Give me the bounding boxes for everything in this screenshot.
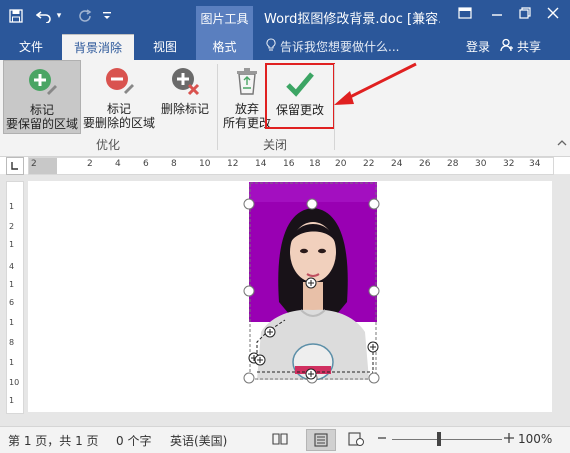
minimize-icon[interactable] [486, 6, 508, 26]
tab-file[interactable]: 文件 [6, 34, 56, 60]
save-icon[interactable] [6, 5, 26, 27]
tell-me-text: 告诉我您想要做什么... [280, 40, 400, 54]
ruler-tick-label: 16 [283, 159, 295, 169]
share-button[interactable]: 共享 [500, 34, 570, 60]
title-bar: ▾ 图片工具 Word抠图修改背景.doc [兼容... [0, 0, 570, 34]
ruler-tick-label: 2 [87, 159, 93, 169]
ruler-tick-label: 22 [363, 159, 375, 169]
ribbon: 标记 要保留的区域 标记 要删除的区域 删除标记 放弃 所有更改 保留更改 优化… [0, 60, 570, 157]
tab-selector[interactable] [6, 157, 24, 175]
ruler-tick-label: 26 [419, 159, 431, 169]
read-mode-icon[interactable] [272, 432, 288, 449]
plus-pencil-icon [29, 69, 57, 95]
save-line1: 保留更改 [275, 103, 324, 117]
ruler-tick-label: 24 [391, 159, 403, 169]
horizontal-ruler[interactable]: 2 2 4 6 8 10 12 14 16 18 20 22 24 26 28 30 32 34 [28, 157, 554, 175]
delete-mark-button[interactable]: 删除标记 [158, 60, 212, 132]
zoom-slider-thumb[interactable] [437, 432, 441, 446]
ribbon-tabs: 文件 背景消除 视图 格式 告诉我您想要做什么... 登录 共享 [0, 34, 570, 60]
keep-line1: 标记 [29, 103, 54, 117]
tab-background-removal[interactable]: 背景消除 [62, 34, 134, 60]
undo-dropdown-icon[interactable]: ▾ [54, 5, 64, 27]
collapse-ribbon-icon[interactable] [557, 139, 569, 151]
lightbulb-icon [266, 35, 276, 61]
ruler-tick-label: 20 [335, 159, 347, 169]
ruler-tick-label: 34 [529, 159, 541, 169]
redo-icon [76, 5, 96, 27]
resize-handle [368, 198, 380, 210]
customize-qat-icon[interactable] [100, 5, 114, 27]
selection-handles [243, 198, 380, 384]
ruler-tick-label: 14 [255, 159, 267, 169]
login-link[interactable]: 登录 [466, 34, 490, 60]
checkmark-icon [286, 72, 314, 97]
person-icon [500, 35, 514, 61]
tab-view[interactable]: 视图 [140, 34, 190, 60]
resize-handle [243, 372, 255, 384]
status-bar: 第 1 页，共 1 页 0 个字 英语(美国) 100% [0, 426, 570, 453]
ruler-tick-label: 8 [9, 338, 15, 347]
group-separator [217, 64, 218, 150]
group-label-close: 关闭 [262, 138, 287, 152]
ruler-tick-label: 28 [447, 159, 459, 169]
zoom-level[interactable]: 100% [518, 432, 552, 446]
mark-areas-to-keep-button[interactable]: 标记 要保留的区域 [3, 60, 81, 134]
document-title: Word抠图修改背景.doc [兼容... [264, 12, 440, 27]
ruler-tick-label: 18 [309, 159, 321, 169]
ruler-tick-label: 6 [143, 159, 149, 169]
keep-line2: 要保留的区域 [5, 117, 78, 131]
resize-handle [243, 285, 255, 297]
ruler-tick-label: 4 [9, 262, 15, 271]
ruler-tick-label: 2 [31, 159, 37, 169]
language[interactable]: 英语(美国) [170, 432, 227, 449]
recycle-bin-icon [237, 68, 257, 95]
close-icon[interactable] [542, 6, 564, 26]
mark-areas-to-remove-button[interactable]: 标记 要删除的区域 [80, 60, 158, 132]
context-tool-label: 图片工具 [196, 6, 253, 34]
ruler-tick-label: 1 [9, 358, 15, 367]
restore-icon[interactable] [514, 6, 536, 26]
ruler-tick-label: 12 [227, 159, 239, 169]
resize-handle [368, 372, 380, 384]
resize-handle [306, 198, 318, 210]
ruler-tick-label: 1 [9, 240, 15, 249]
ruler-tick-label: 10 [9, 378, 20, 387]
ruler-tick-label: 32 [503, 159, 515, 169]
web-layout-icon[interactable] [348, 432, 364, 449]
resize-handle [368, 285, 380, 297]
delmark-line1: 删除标记 [160, 102, 209, 116]
tell-me-box[interactable]: 告诉我您想要做什么... [266, 34, 399, 60]
ruler-tick-label: 8 [171, 159, 177, 169]
ruler-tick-label: 4 [115, 159, 121, 169]
print-layout-icon[interactable] [306, 429, 336, 451]
delete-line1: 标记 [106, 102, 131, 116]
ruler-tick-label: 1 [9, 396, 15, 405]
keep-changes-button[interactable]: 保留更改 [265, 63, 335, 129]
minus-pencil-icon [106, 68, 134, 94]
zoom-out-icon[interactable] [377, 430, 387, 450]
ruler-tick-label: 30 [475, 159, 487, 169]
zoom-in-icon[interactable] [503, 432, 515, 447]
ruler-tick-label: 1 [9, 202, 15, 211]
ruler-tick-label: 2 [9, 222, 15, 231]
annotation-arrow-icon [334, 62, 417, 105]
ruler-tick-label: 1 [9, 280, 15, 289]
ruler-tick-label: 1 [9, 318, 15, 327]
word-count[interactable]: 0 个字 [116, 432, 151, 449]
ruler-tick-label: 6 [9, 298, 15, 307]
share-label: 共享 [517, 40, 542, 54]
ribbon-display-icon[interactable] [454, 6, 476, 26]
delete-line2: 要删除的区域 [82, 116, 155, 130]
vertical-ruler[interactable]: 1 2 1 4 1 6 1 8 1 10 1 [6, 181, 24, 414]
tab-format[interactable]: 格式 [196, 34, 253, 60]
page-count[interactable]: 第 1 页，共 1 页 [8, 432, 99, 449]
resize-handle [243, 198, 255, 210]
undo-icon[interactable] [34, 5, 54, 27]
zoom-slider[interactable] [392, 439, 502, 440]
group-label-optimize: 优化 [95, 138, 120, 152]
ruler-tick-label: 10 [199, 159, 211, 169]
delete-mark-icon [172, 68, 200, 96]
